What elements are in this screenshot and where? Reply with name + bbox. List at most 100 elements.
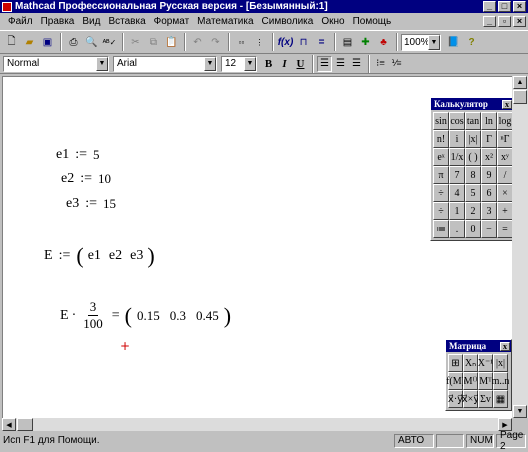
calculator-key-button[interactable]: x²: [481, 148, 497, 166]
status-calc-mode[interactable]: АВТО: [394, 433, 434, 448]
undo-icon[interactable]: ↶: [189, 33, 206, 51]
font-select[interactable]: Arial ▼: [113, 55, 217, 72]
minimize-button[interactable]: _: [483, 1, 496, 12]
numbering-icon[interactable]: ⅟≡: [389, 56, 404, 72]
matrix-op-button[interactable]: m..n: [492, 372, 509, 390]
calculator-key-button[interactable]: ÷: [433, 184, 449, 202]
vector-definition[interactable]: E := ( e1 e2 e3 ): [44, 245, 155, 267]
calculator-key-button[interactable]: n!: [433, 130, 449, 148]
matrix-title-bar[interactable]: Матрица x: [446, 340, 511, 352]
calculator-key-button[interactable]: ×: [497, 184, 512, 202]
calculator-key-button[interactable]: ≔: [433, 220, 449, 238]
matrix-op-button[interactable]: M⁽⁾: [463, 372, 478, 390]
menu-format[interactable]: Формат: [150, 16, 194, 27]
matrix-op-button[interactable]: ⊞: [448, 354, 463, 372]
style-select[interactable]: Normal ▼: [3, 55, 109, 72]
calculator-key-button[interactable]: 1: [449, 202, 465, 220]
matrix-op-button[interactable]: |x|: [493, 354, 508, 372]
calculator-key-button[interactable]: 9: [481, 166, 497, 184]
e2-definition[interactable]: e2 := 10: [61, 171, 111, 187]
calculator-key-button[interactable]: |x|: [465, 130, 481, 148]
help-icon[interactable]: ?: [463, 33, 480, 51]
insert-unit-icon[interactable]: ⊓: [295, 33, 312, 51]
calculator-key-button[interactable]: eˣ: [433, 148, 449, 166]
zoom-select[interactable]: 100% ▼: [401, 33, 441, 51]
scroll-thumb[interactable]: [513, 90, 527, 104]
align-center-icon[interactable]: ☰: [333, 56, 348, 72]
e3-definition[interactable]: e3 := 15: [66, 196, 116, 212]
matrix-op-button[interactable]: Xₙ: [463, 354, 478, 372]
calculator-key-button[interactable]: 4: [449, 184, 465, 202]
scroll-thumb[interactable]: [17, 418, 33, 431]
doc-close-button[interactable]: ×: [513, 15, 526, 27]
open-folder-icon[interactable]: ▰: [21, 33, 38, 51]
menu-symbolics[interactable]: Символика: [258, 16, 318, 27]
calculator-key-button[interactable]: +: [497, 202, 512, 220]
save-icon[interactable]: ▣: [39, 33, 56, 51]
bullets-icon[interactable]: ⁝≡: [373, 56, 388, 72]
scroll-down-button[interactable]: ▼: [513, 405, 527, 418]
chevron-down-icon[interactable]: ▼: [204, 56, 216, 71]
calculator-key-button[interactable]: Γ: [481, 130, 497, 148]
font-size-select[interactable]: 12 ▼: [221, 55, 257, 72]
chevron-down-icon[interactable]: ▼: [244, 56, 256, 71]
matrix-op-button[interactable]: Σv: [478, 390, 493, 408]
align-down-icon[interactable]: ⋮: [251, 33, 268, 51]
calculator-key-button[interactable]: ( ): [465, 148, 481, 166]
calculator-title-bar[interactable]: Калькулятор x: [431, 98, 512, 110]
calculate-icon[interactable]: =: [313, 33, 330, 51]
menu-file[interactable]: Файл: [4, 16, 37, 27]
menu-view[interactable]: Вид: [78, 16, 104, 27]
underline-button[interactable]: U: [293, 56, 308, 72]
print-preview-icon[interactable]: 🔍: [83, 33, 100, 51]
vertical-scrollbar[interactable]: ▲ ▼: [512, 76, 528, 418]
horizontal-scrollbar[interactable]: ◀ ▶: [2, 418, 512, 431]
calculator-key-button[interactable]: sin: [433, 112, 449, 130]
calculator-key-button[interactable]: ln: [481, 112, 497, 130]
calculator-key-button[interactable]: log: [497, 112, 512, 130]
menu-insert[interactable]: Вставка: [104, 16, 149, 27]
spell-check-icon[interactable]: ᴬᴮ✓: [101, 33, 118, 51]
matrix-op-button[interactable]: ▦: [493, 390, 508, 408]
calculator-key-button[interactable]: 6: [481, 184, 497, 202]
resource-center-icon[interactable]: 📘: [445, 33, 462, 51]
chevron-down-icon[interactable]: ▼: [96, 56, 108, 71]
calculator-key-button[interactable]: π: [433, 166, 449, 184]
mathcad-app-icon[interactable]: [2, 1, 12, 12]
calculator-key-button[interactable]: −: [481, 220, 497, 238]
calculator-key-button[interactable]: /: [497, 166, 512, 184]
maximize-button[interactable]: □: [498, 1, 511, 12]
doc-minimize-button[interactable]: _: [483, 15, 496, 27]
calculator-key-button[interactable]: 5: [465, 184, 481, 202]
scroll-left-button[interactable]: ◀: [2, 418, 16, 431]
menu-window[interactable]: Окно: [317, 16, 348, 27]
calculator-key-button[interactable]: i: [449, 130, 465, 148]
menu-help[interactable]: Помощь: [349, 16, 396, 27]
resources-icon[interactable]: ♣: [375, 33, 392, 51]
calculator-key-button[interactable]: .: [449, 220, 465, 238]
matrix-op-button[interactable]: x⃗·y⃗: [448, 390, 463, 408]
calculator-key-button[interactable]: ⁿΓ: [497, 130, 512, 148]
calculator-close-button[interactable]: x: [502, 99, 512, 109]
chevron-down-icon[interactable]: ▼: [428, 34, 440, 50]
result-expression[interactable]: E · 3 100 = ( 0.15 0.3 0.45 ): [60, 299, 231, 332]
print-icon[interactable]: ⎙: [65, 33, 82, 51]
align-across-icon[interactable]: ▫▫: [233, 33, 250, 51]
calculator-key-button[interactable]: 8: [465, 166, 481, 184]
paste-icon[interactable]: 📋: [163, 33, 180, 51]
copy-icon[interactable]: ⧉: [145, 33, 162, 51]
doc-restore-button[interactable]: ▫: [498, 15, 511, 27]
scroll-up-button[interactable]: ▲: [513, 76, 527, 89]
close-button[interactable]: ×: [513, 1, 526, 12]
matrix-close-button[interactable]: x: [500, 341, 510, 351]
worksheet[interactable]: e1 := 5 e2 := 10 e3 := 15 E := ( e1 e2 e…: [2, 76, 512, 418]
bold-button[interactable]: B: [261, 56, 276, 72]
matrix-op-button[interactable]: f(M): [446, 372, 465, 390]
calculator-key-button[interactable]: 0: [465, 220, 481, 238]
insert-component-icon[interactable]: ✚: [357, 33, 374, 51]
e1-definition[interactable]: e1 := 5: [56, 147, 100, 163]
menu-edit[interactable]: Правка: [37, 16, 79, 27]
align-right-icon[interactable]: ☰: [349, 56, 364, 72]
calculator-key-button[interactable]: 2: [465, 202, 481, 220]
calculator-key-button[interactable]: cos: [449, 112, 465, 130]
